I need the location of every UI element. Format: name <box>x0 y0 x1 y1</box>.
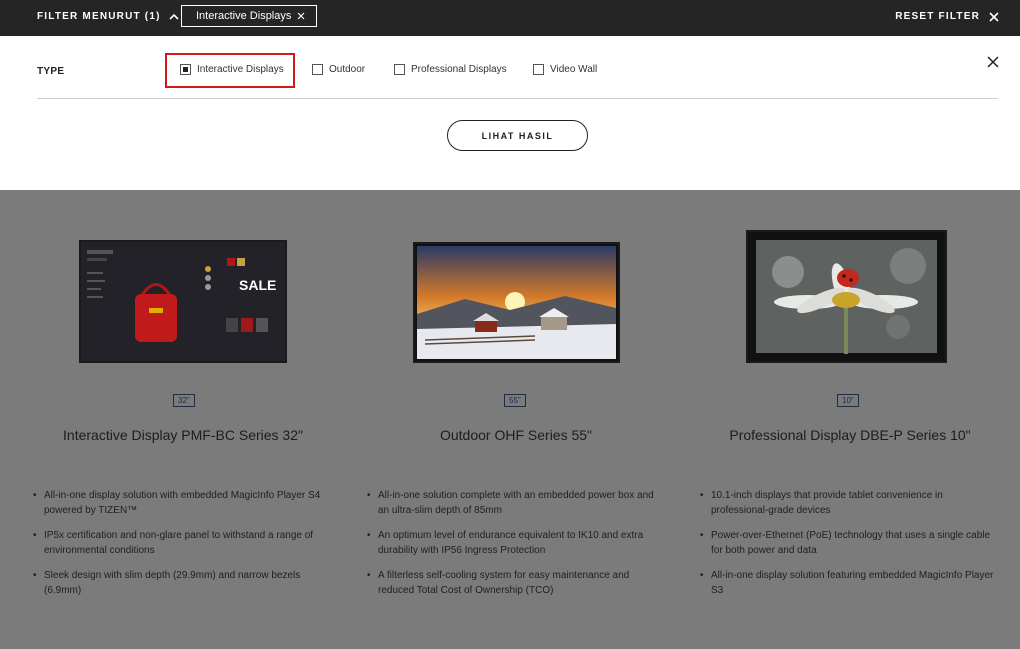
list-item: Power-over-Ethernet (PoE) technology tha… <box>700 528 1002 558</box>
filter-option-label: Outdoor <box>329 64 366 75</box>
product-screen-illustration <box>756 240 937 354</box>
close-icon <box>989 11 999 22</box>
filter-option-label: Professional Displays <box>411 64 507 75</box>
filter-option-label: Interactive Displays <box>197 64 284 75</box>
filter-option-video-wall[interactable]: Video Wall <box>533 64 597 75</box>
filter-option-outdoor[interactable]: Outdoor <box>312 64 365 75</box>
filter-panel: TYPE Interactive Displays Outdoor Profes… <box>0 36 1020 190</box>
close-panel-icon[interactable] <box>987 56 999 68</box>
checkbox[interactable] <box>312 64 323 75</box>
list-item: All-in-one solution complete with an emb… <box>367 488 667 518</box>
list-item: 10.1-inch displays that provide tablet c… <box>700 488 1002 518</box>
product-card: SALE 32" Interactive Display PMF-BC Seri… <box>13 190 353 649</box>
active-filter-chip[interactable]: Interactive Displays <box>181 5 317 27</box>
filter-option-professional-displays[interactable]: Professional Displays <box>394 64 507 75</box>
view-results-button[interactable]: LIHAT HASIL <box>447 120 588 151</box>
product-title[interactable]: Interactive Display PMF-BC Series 32" <box>13 427 353 443</box>
product-image[interactable] <box>413 242 620 363</box>
product-screen-illustration: SALE <box>81 242 285 361</box>
divider <box>37 98 998 99</box>
product-screen-illustration <box>417 246 616 359</box>
list-item: An optimum level of endurance equivalent… <box>367 528 667 558</box>
reset-filter-label: RESET FILTER <box>895 11 980 22</box>
filter-toggle-button[interactable]: FILTER MENURUT (1) <box>37 11 179 22</box>
size-badge: 10" <box>837 394 859 407</box>
product-card: 10" Professional Display DBE-P Series 10… <box>680 190 1020 649</box>
size-badge: 32" <box>173 394 195 407</box>
list-item: All-in-one display solution featuring em… <box>700 568 1002 598</box>
product-title[interactable]: Outdoor OHF Series 55" <box>346 427 686 443</box>
checkbox[interactable] <box>394 64 405 75</box>
feature-list: All-in-one solution complete with an emb… <box>367 488 667 608</box>
feature-list: 10.1-inch displays that provide tablet c… <box>700 488 1002 608</box>
remove-chip-icon[interactable] <box>297 12 305 20</box>
feature-list: All-in-one display solution with embedde… <box>33 488 333 608</box>
filter-toggle-label: FILTER MENURUT (1) <box>37 11 161 22</box>
filter-option-label: Video Wall <box>550 64 598 75</box>
filter-type-label: TYPE <box>37 66 65 77</box>
product-image[interactable]: SALE <box>79 240 287 363</box>
sale-text: SALE <box>239 277 276 293</box>
product-card: 55" Outdoor OHF Series 55" All-in-one so… <box>346 190 686 649</box>
filter-bar: FILTER MENURUT (1) Interactive Displays … <box>0 0 1020 36</box>
chevron-up-icon <box>169 13 179 20</box>
reset-filter-button[interactable]: RESET FILTER <box>895 11 999 22</box>
filter-option-interactive-displays[interactable]: Interactive Displays <box>180 64 284 75</box>
list-item: A filterless self-cooling system for eas… <box>367 568 667 598</box>
active-filter-chip-label: Interactive Displays <box>196 10 292 22</box>
product-title[interactable]: Professional Display DBE-P Series 10" <box>680 427 1020 443</box>
list-item: All-in-one display solution with embedde… <box>33 488 333 518</box>
checkbox-checked[interactable] <box>180 64 191 75</box>
size-badge: 55" <box>504 394 526 407</box>
list-item: Sleek design with slim depth (29.9mm) an… <box>33 568 333 598</box>
checkbox[interactable] <box>533 64 544 75</box>
product-image[interactable] <box>746 230 947 363</box>
list-item: IP5x certification and non-glare panel t… <box>33 528 333 558</box>
